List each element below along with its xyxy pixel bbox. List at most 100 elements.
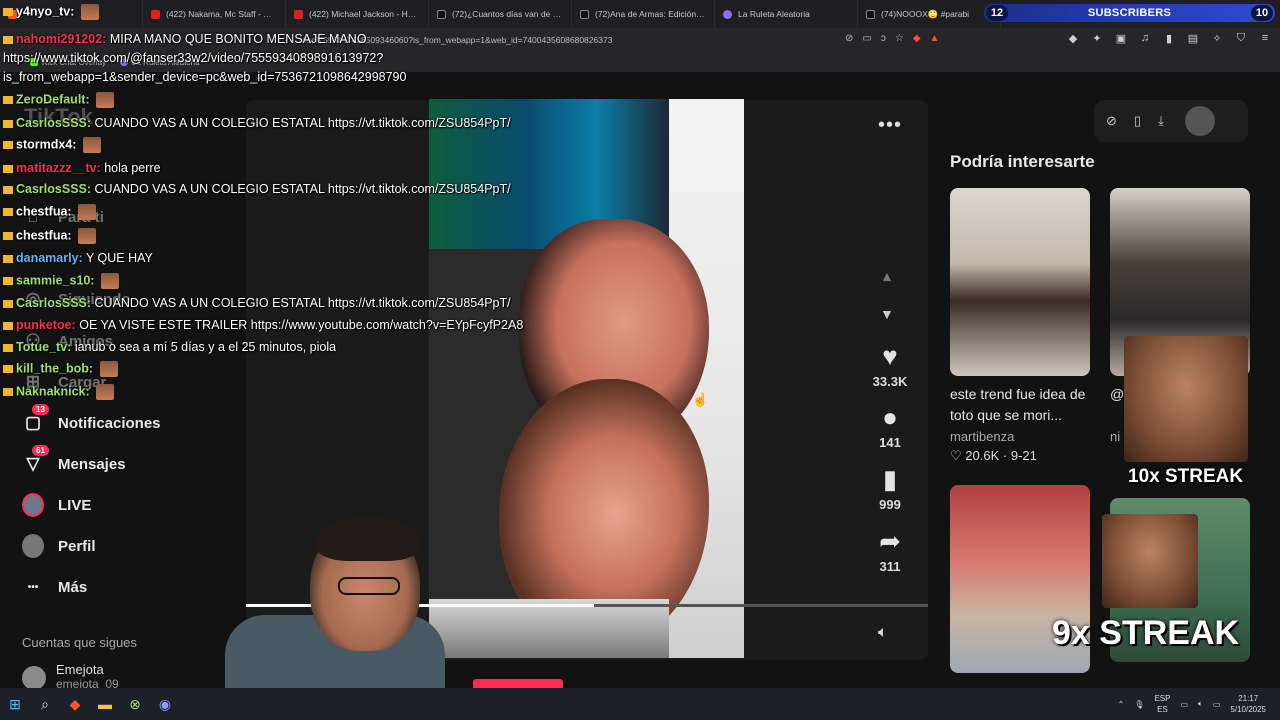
streak-label-2: 9x STREAK xyxy=(1052,614,1240,652)
xbox-icon[interactable]: ⊗ xyxy=(120,688,150,720)
chat-username: Naknaknick: xyxy=(16,384,90,399)
chat-message: danamarly: Y QUE HAY xyxy=(3,251,153,265)
brave-shield-icon[interactable]: ◆ xyxy=(913,33,921,44)
translate-icon[interactable]: ↄ xyxy=(881,33,886,44)
crown-icon xyxy=(3,277,13,285)
recommended-stats-1: ♡ 20.6K · 9-21 xyxy=(950,448,1037,463)
crown-icon xyxy=(3,365,13,373)
brave-browser-icon[interactable]: ◆ xyxy=(60,688,90,720)
heart-icon: ♥ xyxy=(882,341,898,371)
following-account[interactable]: Emejota emejota_09 xyxy=(22,662,119,691)
get-app-button[interactable] xyxy=(473,679,563,688)
user-avatar[interactable] xyxy=(1184,106,1215,136)
bookmark-icon: ▮ xyxy=(882,464,898,494)
clock[interactable]: 21:17 5/10/2025 xyxy=(1230,693,1266,715)
chat-message: is_from_webapp=1&sender_device=pc&web_id… xyxy=(3,70,406,84)
chat-username: CasrlosSSS: xyxy=(16,296,92,310)
chat-text: OE YA VISTE ESTE TRAILER https://www.you… xyxy=(79,318,524,332)
screenshot-icon[interactable]: ▣ xyxy=(1114,32,1128,45)
share-button[interactable]: ➦ 311 xyxy=(866,527,914,574)
chat-username: danamarly: xyxy=(16,251,83,265)
more-options-icon[interactable]: ••• xyxy=(878,114,902,137)
menu-icon[interactable]: ≡ xyxy=(1258,32,1272,45)
share-icon: ➦ xyxy=(879,526,901,556)
chat-message: Totue_tv: ianub o sea a mí 5 días y a el… xyxy=(3,340,336,354)
crown-icon xyxy=(3,96,13,104)
crown-icon xyxy=(3,8,13,16)
chat-text: CUANDO VAS A UN COLEGIO ESTATAL https://… xyxy=(94,182,511,196)
chat-username: sammie_s10: xyxy=(16,273,95,288)
following-title: Cuentas que sigues xyxy=(22,635,137,650)
language-indicator[interactable]: ESP ES xyxy=(1154,693,1170,715)
browser-tab[interactable]: (422) Michael Jackson - Heartb xyxy=(286,0,429,28)
music-icon[interactable]: ♫ xyxy=(1138,32,1152,45)
streak-emote-2 xyxy=(1102,514,1198,608)
sidebar-icon[interactable]: ▮ xyxy=(1162,32,1176,45)
microphone-icon[interactable]: 🎙︎ xyxy=(1134,700,1144,709)
chat-username: ZeroDefault: xyxy=(16,92,90,107)
bookmark-star-icon[interactable]: ☆ xyxy=(895,33,904,44)
browser-tab[interactable]: La Ruleta Aleatoria xyxy=(715,0,858,28)
extension-icon[interactable]: ✦ xyxy=(1090,32,1104,45)
ai-icon[interactable]: ✧ xyxy=(1210,32,1224,45)
browser-tab[interactable]: (74)NOOOX🙄 #parabi xyxy=(858,0,1001,28)
sidebar-item-more[interactable]: ••• Más xyxy=(22,576,87,598)
download-icon[interactable]: ⤓ xyxy=(1158,113,1164,129)
sidebar-item-inbox[interactable]: ▢ 13 Notificaciones xyxy=(22,404,161,434)
battery-icon[interactable]: ▭ xyxy=(1213,700,1221,709)
recommended-author-2[interactable]: ni xyxy=(1110,429,1120,444)
screen: (422) Nakama, Mc Staff - MENT (422) Micha… xyxy=(0,0,1280,720)
windows-start-icon[interactable]: ⊞ xyxy=(0,688,30,720)
file-explorer-icon[interactable]: ▬ xyxy=(90,688,120,720)
wallet-icon[interactable]: ▤ xyxy=(1186,32,1200,45)
comment-button[interactable]: ● 141 xyxy=(866,403,914,450)
device-icon[interactable]: ▯ xyxy=(1134,113,1141,129)
youtube-icon xyxy=(294,9,303,19)
mute-tab-icon[interactable]: ⊘ xyxy=(845,33,853,44)
browser-tab[interactable]: (72)¿Cuantos días van de invie xyxy=(429,0,572,28)
brave-rewards-icon[interactable]: ▲ xyxy=(930,33,940,44)
chat-emote-icon xyxy=(96,384,115,400)
diamond-icon[interactable]: ◆ xyxy=(1066,32,1080,45)
chat-username: chestfua: xyxy=(16,228,72,243)
sidebar-item-profile[interactable]: Perfil xyxy=(22,534,96,558)
following-account-name: Emejota xyxy=(56,662,104,677)
sidebar-item-label: Mensajes xyxy=(58,455,126,473)
volume-icon[interactable]: 🔈︎ xyxy=(878,624,888,642)
search-icon[interactable]: ⌕ xyxy=(30,688,60,720)
chat-username: chestfua: xyxy=(16,204,72,219)
speaker-icon[interactable]: 🔈︎ xyxy=(1198,699,1203,709)
sidebar-item-live[interactable]: LIVE xyxy=(22,493,91,517)
taskbar: ⊞ ⌕ ◆ ▬ ⊗ ◉ ⌃ 🎙︎ ESP ES ▭ 🔈︎ ▭ 21:17 5/1… xyxy=(0,688,1280,720)
chat-text: https://www.tiktok.com/@fanser33w2/video… xyxy=(3,51,384,65)
live-icon xyxy=(22,493,44,517)
crown-icon xyxy=(3,388,13,396)
like-count: 33.3K xyxy=(872,374,908,389)
chat-emote-icon xyxy=(101,273,120,289)
next-video-icon[interactable]: ▼ xyxy=(880,306,894,322)
coins-icon[interactable]: ⊘ xyxy=(1106,113,1117,129)
previous-video-icon[interactable]: ▲ xyxy=(880,268,894,284)
network-icon[interactable]: ▭ xyxy=(1180,700,1188,709)
like-button[interactable]: ♥ 33.3K xyxy=(866,342,914,389)
browser-tab[interactable]: (72)Ana de Armas: Edición y Er xyxy=(572,0,715,28)
browser-tab[interactable]: (422) Nakama, Mc Staff - MENT xyxy=(143,0,286,28)
chat-text: ianub o sea a mí 5 días y a el 25 minuto… xyxy=(74,340,337,354)
browser-tab-label: (72)Ana de Armas: Edición y Er xyxy=(595,9,706,19)
cast-icon[interactable]: ▭ xyxy=(862,33,871,44)
vpn-icon[interactable]: ⛉ xyxy=(1234,32,1248,45)
recommended-video-1[interactable] xyxy=(950,188,1090,376)
browser-tab-label: (74)NOOOX🙄 #parabi xyxy=(881,8,970,19)
recommended-caption-1[interactable]: este trend fue idea de toto que se mori.… xyxy=(950,384,1090,426)
save-button[interactable]: ▮ 999 xyxy=(866,465,914,512)
chat-message: CasrlosSSS: CUANDO VAS A UN COLEGIO ESTA… xyxy=(3,182,511,196)
discord-icon[interactable]: ◉ xyxy=(150,688,180,720)
tray-chevron-icon[interactable]: ⌃ xyxy=(1118,700,1125,709)
browser-tab-label: (72)¿Cuantos días van de invie xyxy=(452,9,563,19)
address-bar-icons: ⊘ ▭ ↄ ☆ ◆ ▲ xyxy=(845,33,939,44)
chat-username: CasrlosSSS: xyxy=(16,116,92,130)
sidebar-item-label: Notificaciones xyxy=(58,414,161,432)
sidebar-item-message[interactable]: ▽ 61 Mensajes xyxy=(22,445,126,475)
recommended-author-1[interactable]: martibenza xyxy=(950,429,1014,444)
chat-message: ZeroDefault: xyxy=(3,92,115,108)
